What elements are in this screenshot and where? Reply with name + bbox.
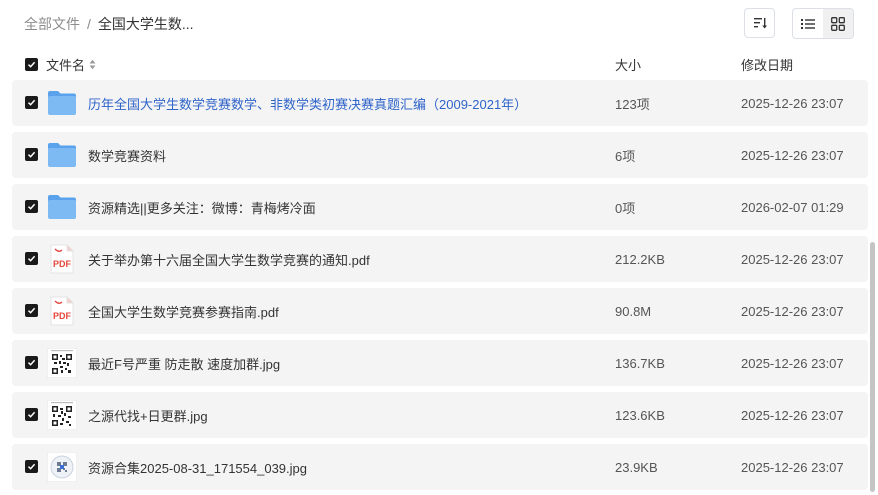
check-icon bbox=[27, 99, 36, 106]
file-row[interactable]: PDF 全国大学生数学竞赛参赛指南.pdf 90.8M 2025-12-26 2… bbox=[12, 288, 868, 334]
check-icon bbox=[27, 61, 36, 68]
check-icon bbox=[27, 307, 36, 314]
row-checkbox[interactable] bbox=[25, 356, 38, 369]
file-size: 6项 bbox=[615, 148, 636, 164]
file-size: 123.6KB bbox=[615, 407, 665, 423]
file-size: 0项 bbox=[615, 200, 636, 216]
folder-icon bbox=[46, 140, 78, 170]
row-checkbox[interactable] bbox=[25, 200, 38, 213]
grid-view-button[interactable] bbox=[823, 9, 853, 38]
select-all-checkbox[interactable] bbox=[25, 51, 38, 77]
row-checkbox[interactable] bbox=[25, 460, 38, 473]
row-checkbox[interactable] bbox=[25, 96, 38, 109]
file-row[interactable]: PDF 关于举办第十六届全国大学生数学竞赛的通知.pdf 212.2KB 202… bbox=[12, 236, 868, 282]
vertical-scrollbar[interactable] bbox=[870, 242, 875, 492]
file-size: 23.9KB bbox=[615, 459, 658, 475]
column-header-size[interactable]: 大小 bbox=[615, 51, 641, 77]
checkbox[interactable] bbox=[25, 57, 38, 71]
check-icon bbox=[27, 151, 36, 158]
breadcrumb-separator: / bbox=[87, 16, 91, 32]
file-size: 90.8M bbox=[615, 303, 652, 319]
pdf-icon-label: PDF bbox=[53, 311, 72, 321]
pdf-icon-label: PDF bbox=[53, 259, 72, 269]
pdf-icon: PDF bbox=[46, 244, 78, 274]
file-row[interactable]: 历年全国大学生数学竞赛数学、非数学类初赛决赛真题汇编（2009-2021年） 1… bbox=[12, 80, 868, 126]
sort-button[interactable] bbox=[744, 8, 775, 38]
file-size: 212.2KB bbox=[615, 251, 665, 267]
row-checkbox[interactable] bbox=[25, 304, 38, 317]
column-header-date[interactable]: 修改日期 bbox=[741, 51, 793, 77]
breadcrumb: 全部文件 / 全国大学生数... bbox=[24, 14, 194, 34]
file-date: 2026-02-07 01:29 bbox=[741, 199, 844, 215]
file-name[interactable]: 数学竞赛资料 bbox=[88, 132, 166, 178]
file-date: 2025-12-26 23:07 bbox=[741, 147, 844, 163]
file-row[interactable]: 资源合集2025-08-31_171554_039.jpg 23.9KB 202… bbox=[12, 444, 868, 490]
file-name[interactable]: 最近F号严重 防走散 速度加群.jpg bbox=[88, 340, 280, 386]
file-name[interactable]: 关于举办第十六届全国大学生数学竞赛的通知.pdf bbox=[88, 236, 370, 282]
breadcrumb-current: 全国大学生数... bbox=[97, 16, 194, 32]
file-date: 2025-12-26 23:07 bbox=[741, 303, 844, 319]
file-row[interactable]: 资源精选||更多关注：微博：青梅烤冷面 0项 2026-02-07 01:29 bbox=[12, 184, 868, 230]
file-row[interactable]: 之源代找+日更群.jpg 123.6KB 2025-12-26 23:07 bbox=[12, 392, 868, 438]
folder-icon bbox=[46, 192, 78, 222]
grid-view-icon bbox=[831, 16, 845, 31]
file-date: 2025-12-26 23:07 bbox=[741, 407, 844, 423]
check-icon bbox=[27, 411, 36, 418]
check-icon bbox=[27, 203, 36, 210]
sort-icon bbox=[753, 18, 767, 29]
file-date: 2025-12-26 23:07 bbox=[741, 95, 844, 111]
pdf-icon: PDF bbox=[46, 296, 78, 326]
row-checkbox[interactable] bbox=[25, 408, 38, 421]
file-name[interactable]: 资源精选||更多关注：微博：青梅烤冷面 bbox=[88, 184, 316, 230]
view-toggle bbox=[792, 8, 854, 39]
file-date: 2025-12-26 23:07 bbox=[741, 459, 844, 475]
row-checkbox[interactable] bbox=[25, 148, 38, 161]
column-header-name-label: 文件名 bbox=[46, 57, 86, 73]
file-name[interactable]: 全国大学生数学竞赛参赛指南.pdf bbox=[88, 288, 279, 334]
qr-code-thumbnail bbox=[46, 400, 78, 430]
column-header-name[interactable]: 文件名 bbox=[46, 51, 96, 77]
check-icon bbox=[27, 359, 36, 366]
file-row[interactable]: 最近F号严重 防走散 速度加群.jpg 136.7KB 2025-12-26 2… bbox=[12, 340, 868, 386]
row-checkbox[interactable] bbox=[25, 252, 38, 265]
qr-code-thumbnail bbox=[46, 348, 78, 378]
file-name[interactable]: 之源代找+日更群.jpg bbox=[88, 392, 208, 438]
sort-caret-icon bbox=[89, 59, 96, 70]
table-header: 文件名 大小 修改日期 bbox=[12, 51, 868, 77]
check-icon bbox=[27, 255, 36, 262]
file-size: 136.7KB bbox=[615, 355, 665, 371]
list-view-icon bbox=[801, 18, 815, 29]
file-name[interactable]: 历年全国大学生数学竞赛数学、非数学类初赛决赛真题汇编（2009-2021年） bbox=[88, 80, 527, 126]
file-date: 2025-12-26 23:07 bbox=[741, 251, 844, 267]
file-date: 2025-12-26 23:07 bbox=[741, 355, 844, 371]
file-name[interactable]: 资源合集2025-08-31_171554_039.jpg bbox=[88, 444, 307, 490]
check-icon bbox=[27, 463, 36, 470]
qr-code-thumbnail bbox=[46, 452, 78, 482]
folder-icon bbox=[46, 88, 78, 118]
list-view-button[interactable] bbox=[793, 9, 823, 38]
file-row[interactable]: 数学竞赛资料 6项 2025-12-26 23:07 bbox=[12, 132, 868, 178]
file-size: 123项 bbox=[615, 96, 650, 112]
breadcrumb-root-link[interactable]: 全部文件 bbox=[24, 14, 80, 34]
